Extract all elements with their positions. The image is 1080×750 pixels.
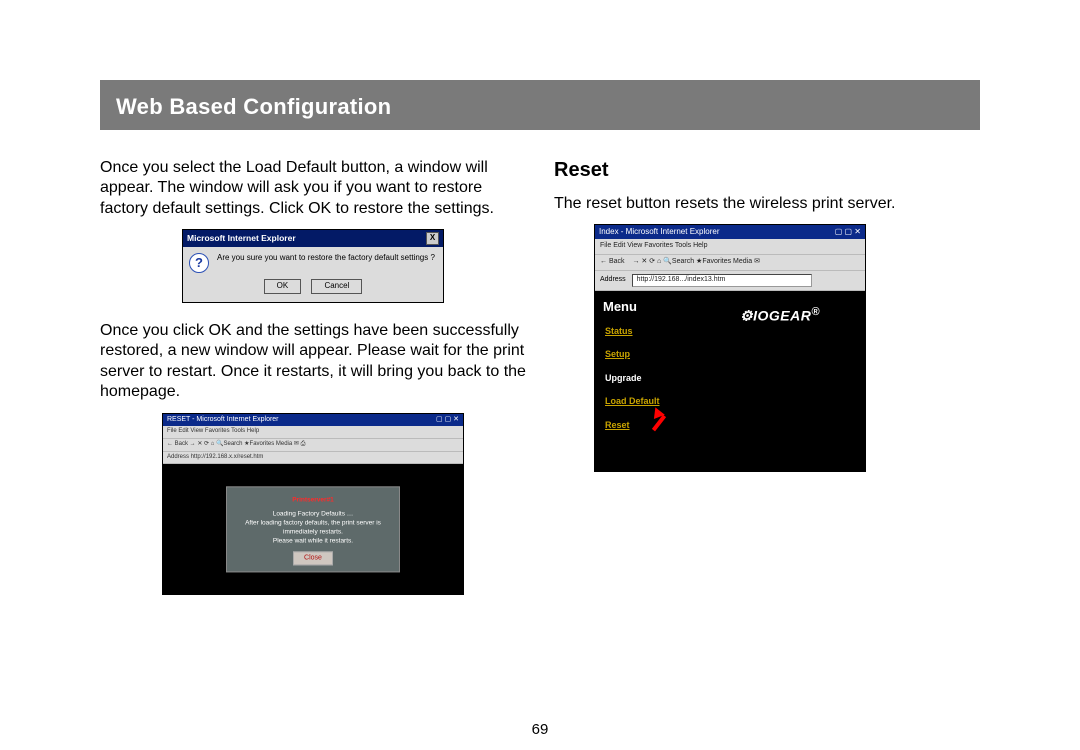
address-url[interactable]: http://192.168.../index13.htm [632, 274, 812, 287]
sidebar-item-reset[interactable]: Reset [605, 420, 691, 432]
address-bar[interactable]: Address http://192.168.x.x/reset.htm [163, 452, 463, 465]
window-title: RESET - Microsoft Internet Explorer [167, 416, 279, 425]
left-column: Once you select the Load Default button,… [100, 158, 526, 595]
main-panel: ⚙IOGEAR® [695, 291, 865, 471]
window-controls-icon: ▢ ▢ ✕ [835, 227, 861, 237]
window-controls-icon: ▢ ▢ ✕ [436, 416, 459, 425]
ie-toolbar[interactable]: ← Back → ✕ ⟳ ⌂ 🔍Search ★Favorites Media … [163, 439, 463, 452]
address-url[interactable]: http://192.168.x.x/reset.htm [191, 454, 264, 460]
dialog-message: Are you sure you want to restore the fac… [217, 253, 435, 263]
page-header: Web Based Configuration [100, 80, 980, 130]
close-button[interactable]: Close [293, 551, 333, 565]
dialog-titlebar: Microsoft Internet Explorer X [183, 230, 443, 247]
restart-line2: After loading factory defaults, the prin… [233, 518, 393, 536]
left-paragraph-2: Once you click OK and the settings have … [100, 321, 526, 403]
red-arrow-icon [643, 406, 677, 432]
iogear-menu-figure: Index - Microsoft Internet Explorer ▢ ▢ … [594, 224, 866, 472]
confirm-dialog-figure: Microsoft Internet Explorer X ? Are you … [182, 229, 444, 302]
close-icon[interactable]: X [426, 232, 439, 245]
sidebar-item-status[interactable]: Status [605, 326, 691, 338]
restart-dialog: Printserver#1 Loading Factory Defaults …… [226, 487, 400, 572]
ie-menubar[interactable]: File Edit View Favorites Tools Help [595, 239, 865, 255]
page-number: 69 [532, 721, 549, 738]
restart-page-figure: RESET - Microsoft Internet Explorer ▢ ▢ … [162, 413, 464, 596]
ok-button[interactable]: OK [264, 279, 302, 293]
right-paragraph: The reset button resets the wireless pri… [554, 194, 980, 214]
reset-heading: Reset [554, 158, 980, 184]
cancel-button[interactable]: Cancel [311, 279, 362, 293]
brand-text: IOGEAR [753, 308, 811, 324]
page-title: Web Based Configuration [116, 94, 391, 119]
back-button[interactable]: ← Back [600, 258, 625, 265]
restart-line3: Please wait while it restarts. [233, 536, 393, 545]
sidebar-menu: Menu Status Setup Upgrade Load Default R… [595, 291, 695, 471]
sidebar-item-upgrade[interactable]: Upgrade [605, 373, 691, 385]
menu-title: Menu [603, 299, 691, 316]
toolbar-rest[interactable]: → ✕ ⟳ ⌂ 🔍Search ★Favorites Media ✉ [632, 258, 759, 265]
dialog-title: Microsoft Internet Explorer [187, 233, 296, 244]
restart-line1: Loading Factory Defaults … [233, 509, 393, 518]
sidebar-item-setup[interactable]: Setup [605, 349, 691, 361]
left-paragraph-1: Once you select the Load Default button,… [100, 158, 526, 219]
reset-label: Reset [605, 420, 630, 430]
address-bar[interactable]: Address http://192.168.../index13.htm [595, 271, 865, 291]
brand-logo: ⚙IOGEAR® [740, 305, 820, 471]
restart-warn: Printserver#1 [233, 496, 393, 505]
address-label: Address [167, 454, 189, 460]
question-icon: ? [189, 253, 209, 273]
ie-toolbar[interactable]: ← Back → ✕ ⟳ ⌂ 🔍Search ★Favorites Media … [595, 255, 865, 271]
address-label: Address [600, 276, 626, 283]
ie-menubar[interactable]: File Edit View Favorites Tools Help [163, 426, 463, 439]
right-column: Reset The reset button resets the wirele… [554, 158, 980, 595]
brand-tm: ® [811, 306, 820, 318]
window-title: Index - Microsoft Internet Explorer [599, 227, 720, 237]
